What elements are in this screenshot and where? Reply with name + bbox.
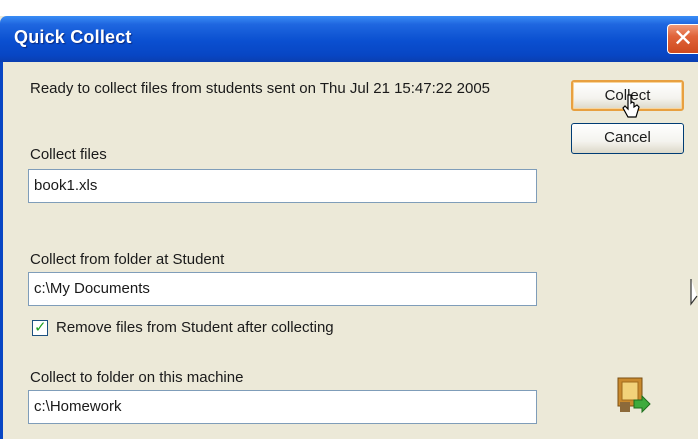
dialog-title: Quick Collect (14, 27, 132, 47)
student-folder-input[interactable]: c:\My Documents (28, 272, 537, 306)
title-bar[interactable]: Quick Collect ✕ (0, 16, 698, 62)
local-folder-input[interactable]: c:\Homework (28, 390, 537, 424)
desktop-strip (0, 0, 698, 16)
collect-files-label: Collect files (30, 146, 107, 163)
close-icon: ✕ (673, 25, 694, 52)
remove-files-checkbox[interactable]: ✓ (32, 319, 48, 336)
close-button[interactable]: ✕ (667, 24, 698, 54)
local-folder-label: Collect to folder on this machine (30, 369, 244, 386)
status-message: Ready to collect files from students sen… (30, 80, 491, 97)
checkmark-icon: ✓ (34, 319, 47, 336)
cancel-button[interactable]: Cancel (571, 123, 684, 154)
collect-files-icon (614, 376, 654, 421)
remove-files-label[interactable]: Remove files from Student after collecti… (56, 319, 334, 337)
quick-collect-dialog: Quick Collect ✕ Ready to collect files f… (0, 0, 698, 439)
mouse-pointer-icon (620, 93, 642, 126)
collect-files-input[interactable]: book1.xls (28, 169, 537, 203)
arrow-pointer-icon (690, 278, 698, 313)
student-folder-label: Collect from folder at Student (30, 251, 225, 268)
